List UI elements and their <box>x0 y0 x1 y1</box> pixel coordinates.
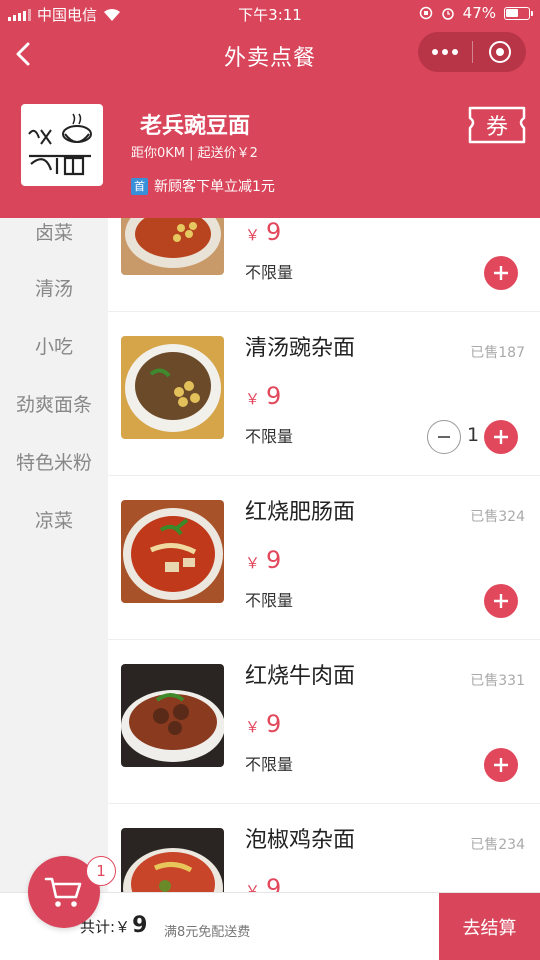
minus-icon <box>438 436 450 438</box>
coupon-button[interactable]: 券 <box>468 104 526 146</box>
product-price: ￥ 9 <box>245 218 282 246</box>
decrease-quantity-button[interactable] <box>427 420 461 454</box>
product-name: 红烧肥肠面 <box>245 500 356 525</box>
sold-count: 已售324 <box>470 509 525 525</box>
product-name: 泡椒鸡杂面 <box>245 828 356 853</box>
product-price: ￥ 9 <box>245 874 282 892</box>
promo-row: 首 新顾客下单立减1元 <box>131 176 275 196</box>
checkout-button[interactable]: 去结算 <box>439 893 540 960</box>
category-item-noodles[interactable]: 劲爽面条 <box>0 374 108 432</box>
battery-icon <box>504 6 533 20</box>
product-name: 红烧牛肉面 <box>245 664 356 689</box>
shop-logo-graphic <box>28 113 92 176</box>
category-item-xiaochi[interactable]: 小吃 <box>0 316 108 374</box>
shop-header: 老兵豌豆面 距你0KM | 起送价￥2 首 新顾客下单立减1元 券 <box>0 80 540 218</box>
quantity-value: 1 <box>466 424 480 446</box>
shipping-note: 满8元免配送费 <box>164 925 251 940</box>
sold-count: 已售331 <box>470 673 525 689</box>
add-to-cart-button[interactable] <box>484 748 518 782</box>
mini-program-capsule <box>418 32 526 72</box>
category-item-cold-dish[interactable]: 凉菜 <box>0 490 108 548</box>
category-item-rice-noodle[interactable]: 特色米粉 <box>0 432 108 490</box>
add-to-cart-button[interactable] <box>484 584 518 618</box>
product-item[interactable]: ￥ 9 不限量 <box>108 218 540 312</box>
product-price: ￥ 9 <box>245 382 282 410</box>
product-stock: 不限量 <box>245 263 294 282</box>
category-label: 凉菜 <box>34 509 73 532</box>
product-image <box>121 218 224 275</box>
add-to-cart-button[interactable] <box>484 420 518 454</box>
target-icon <box>488 41 511 63</box>
sold-count: 已售234 <box>470 837 525 853</box>
product-stock: 不限量 <box>245 591 294 610</box>
plus-icon <box>494 594 508 608</box>
shop-name: 老兵豌豆面 <box>140 114 251 139</box>
alarm-icon <box>441 8 454 20</box>
distance-label: 距你0KM <box>131 146 186 161</box>
add-to-cart-button[interactable] <box>484 256 518 290</box>
product-price: ￥ 9 <box>245 546 282 574</box>
shopping-cart-icon <box>44 877 82 907</box>
category-label: 特色米粉 <box>15 451 92 474</box>
coupon-icon: 券 <box>468 106 526 144</box>
product-item[interactable]: 红烧肥肠面 已售324 ￥ 9 不限量 <box>108 476 540 640</box>
category-label: 小吃 <box>34 335 73 358</box>
plus-icon <box>494 266 508 280</box>
category-label: 劲爽面条 <box>15 393 92 416</box>
category-item-lucai[interactable]: 卤菜 <box>0 218 108 258</box>
shop-logo <box>21 104 103 186</box>
plus-icon <box>494 758 508 772</box>
meta-divider: | <box>189 146 198 161</box>
sold-count: 已售187 <box>470 345 525 361</box>
shop-meta: 距你0KM | 起送价￥2 <box>131 142 258 161</box>
product-item[interactable]: 泡椒鸡杂面 已售234 ￥ 9 <box>108 804 540 892</box>
close-mini-program-button[interactable] <box>473 32 526 72</box>
category-label: 清汤 <box>34 277 73 300</box>
more-options-icon[interactable] <box>418 32 472 72</box>
min-order-label: 起送价￥2 <box>197 146 258 161</box>
category-sidebar: 卤菜 清汤 小吃 劲爽面条 特色米粉 凉菜 <box>0 218 108 892</box>
coupon-label: 券 <box>486 115 508 140</box>
product-image <box>121 664 224 767</box>
first-order-badge: 首 <box>131 177 148 195</box>
product-image <box>121 828 224 892</box>
category-item-qingtang[interactable]: 清汤 <box>0 258 108 316</box>
lock-rotation-icon <box>419 6 432 20</box>
nav-bar: 外卖点餐 <box>0 28 540 80</box>
status-right: 47% <box>419 4 533 22</box>
status-bar: 中国电信 下午3:11 47% <box>0 0 540 28</box>
battery-percent: 47% <box>462 4 496 22</box>
product-stock: 不限量 <box>245 755 294 774</box>
product-price: ￥ 9 <box>245 710 282 738</box>
product-image <box>121 336 224 439</box>
promo-text: 新顾客下单立减1元 <box>154 179 275 195</box>
product-name: 清汤豌杂面 <box>245 336 356 361</box>
plus-icon <box>494 430 508 444</box>
product-list[interactable]: ￥ 9 不限量 清汤豌杂面 已售187 ￥ 9 不限量 1 红烧肥肠面 已售324 … <box>108 218 540 892</box>
product-stock: 不限量 <box>245 427 294 446</box>
category-label: 卤菜 <box>34 222 73 244</box>
product-item[interactable]: 清汤豌杂面 已售187 ￥ 9 不限量 1 <box>108 312 540 476</box>
cart-count-badge: 1 <box>86 856 116 886</box>
product-image <box>121 500 224 603</box>
product-item[interactable]: 红烧牛肉面 已售331 ￥ 9 不限量 <box>108 640 540 804</box>
